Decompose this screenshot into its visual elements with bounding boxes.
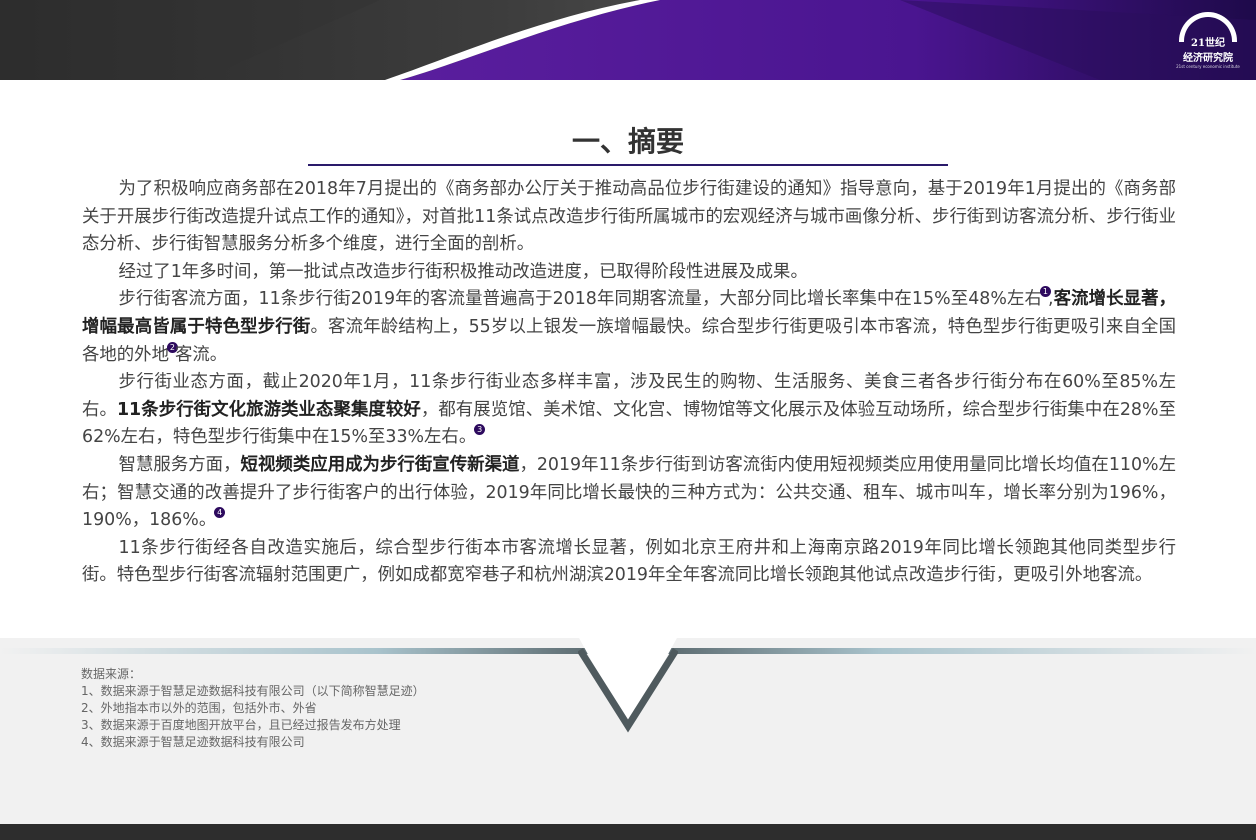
page-title: 一、摘要 xyxy=(571,125,684,158)
paragraph-business: 步行街业态方面，截止2020年1月，11条步行街业态多样丰富，涉及民生的购物、生… xyxy=(82,369,1176,452)
paragraph-intro: 为了积极响应商务部在2018年7月提出的《商务部办公厅关于推动高品位步行街建设的… xyxy=(82,179,1176,255)
logo: 21世纪 经济研究院 21st century economic institu… xyxy=(1170,12,1246,69)
data-sources: 数据来源： 1、数据来源于智慧足迹数据科技有限公司（以下简称智慧足迹） 2、外地… xyxy=(81,666,425,751)
text: 智慧服务方面， xyxy=(118,454,241,475)
logo-line3: 21st century economic institute xyxy=(1176,64,1240,69)
header-banner: 21世纪 经济研究院 21st century economic institu… xyxy=(0,0,1256,80)
bold-text: 短视频类应用成为步行街宣传新渠道 xyxy=(240,454,520,475)
footnote-marker-4[interactable]: 4 xyxy=(214,507,226,519)
bottom-bar xyxy=(0,824,1256,840)
logo-line1: 21世纪 xyxy=(1191,38,1225,49)
paragraph-traffic: 步行街客流方面，11条步行街2019年的客流量普遍高于2018年同期客流量，大部… xyxy=(82,286,1176,369)
note-item: 1、数据来源于智慧足迹数据科技有限公司（以下简称智慧足迹） xyxy=(81,684,425,698)
note-item: 3、数据来源于百度地图开放平台，且已经过报告发布方处理 xyxy=(81,718,401,732)
paragraph-smart-service: 智慧服务方面，短视频类应用成为步行街宣传新渠道，2019年11条步行街到访客流街… xyxy=(82,452,1176,535)
summary-body: 为了积极响应商务部在2018年7月提出的《商务部办公厅关于推动高品位步行街建设的… xyxy=(82,176,1176,590)
note-item: 4、数据来源于智慧足迹数据科技有限公司 xyxy=(81,735,305,749)
title-underline xyxy=(308,164,948,166)
bold-text: 11条步行街文化旅游类业态聚集度较好 xyxy=(116,399,421,420)
chevron-down-icon xyxy=(578,636,678,733)
paragraph-progress: 经过了1年多时间，第一批试点改造步行街积极推动改造进度，已取得阶段性进展及成果。 xyxy=(118,261,808,282)
banner-graphic xyxy=(0,0,1256,80)
paragraph-conclusion: 11条步行街经各自改造实施后，综合型步行街本市客流增长显著，例如北京王府井和上海… xyxy=(82,537,1176,586)
notes-heading: 数据来源： xyxy=(81,667,142,681)
text: 客流。 xyxy=(174,344,228,365)
footnote-marker-3[interactable]: 3 xyxy=(474,424,486,436)
text: 步行街客流方面，11条步行街2019年的客流量普遍高于2018年同期客流量，大部… xyxy=(118,289,1042,310)
note-item: 2、外地指本市以外的范围，包括外市、外省 xyxy=(81,701,317,715)
logo-line2: 经济研究院 xyxy=(1183,53,1233,64)
